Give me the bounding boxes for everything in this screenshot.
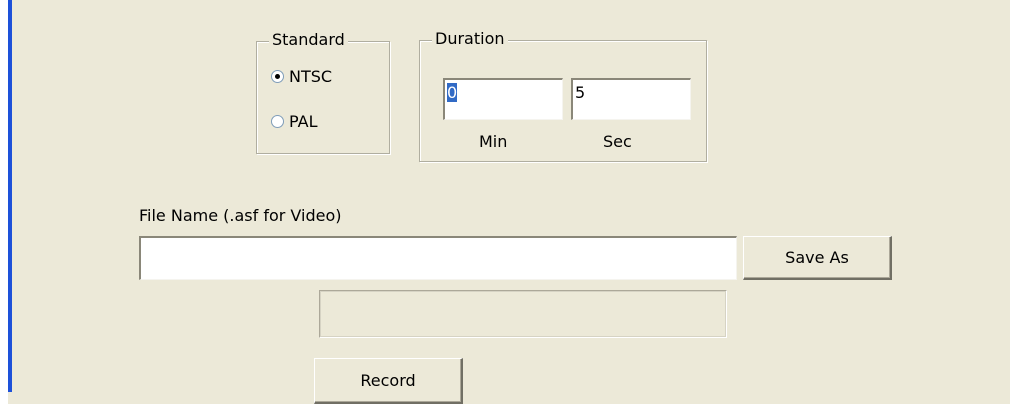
record-dialog: Standard NTSC PAL Duration 0 5 Min Sec F… bbox=[12, 0, 1010, 404]
min-caption: Min bbox=[479, 132, 508, 151]
min-value-selection: 0 bbox=[447, 83, 458, 102]
pal-label: PAL bbox=[289, 112, 318, 131]
duration-group: Duration 0 5 Min Sec bbox=[419, 28, 707, 162]
radio-pal-option[interactable]: PAL bbox=[271, 112, 317, 131]
duration-sec-input[interactable]: 5 bbox=[571, 78, 691, 120]
ntsc-label: NTSC bbox=[289, 67, 333, 86]
file-name-label: File Name (.asf for Video) bbox=[139, 206, 342, 225]
record-button[interactable]: Record bbox=[314, 358, 463, 404]
pal-radio[interactable] bbox=[271, 115, 284, 128]
ntsc-radio[interactable] bbox=[271, 70, 284, 83]
save-as-button[interactable]: Save As bbox=[743, 236, 892, 280]
duration-min-input[interactable]: 0 bbox=[443, 78, 563, 120]
duration-legend: Duration bbox=[432, 28, 508, 50]
standard-group: Standard NTSC PAL bbox=[256, 29, 390, 154]
window-left-edge bbox=[0, 0, 8, 404]
sec-caption: Sec bbox=[603, 132, 632, 151]
standard-legend: Standard bbox=[269, 29, 348, 51]
status-field bbox=[319, 290, 727, 338]
file-name-input[interactable] bbox=[139, 236, 737, 280]
sec-value: 5 bbox=[575, 83, 586, 102]
radio-ntsc-option[interactable]: NTSC bbox=[271, 67, 332, 86]
